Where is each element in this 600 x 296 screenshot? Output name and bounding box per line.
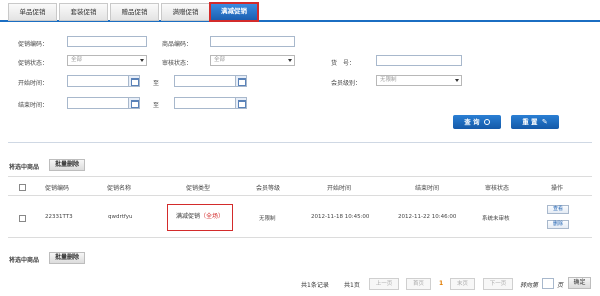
promo-status-value: 全部 bbox=[71, 57, 83, 63]
pencil-icon: ✎ bbox=[541, 118, 548, 126]
end-time-to-input[interactable] bbox=[174, 97, 247, 109]
tab-threshold-gift-promo[interactable]: 满赠促销 bbox=[161, 3, 210, 21]
chevron-down-icon bbox=[288, 59, 292, 62]
col-actions: 操作 bbox=[551, 185, 564, 192]
row-promo-name: qwdrtfyu bbox=[108, 214, 133, 220]
start-time-to-input[interactable] bbox=[174, 75, 247, 87]
delete-button[interactable]: 删除 bbox=[547, 220, 569, 229]
calendar-icon[interactable] bbox=[235, 98, 246, 108]
col-audit-status: 审核状态 bbox=[485, 185, 510, 192]
promo-code-label: 促销编码： bbox=[18, 41, 49, 48]
end-time-from-input[interactable] bbox=[67, 97, 140, 109]
member-level-select[interactable]: 无限制 bbox=[376, 75, 462, 86]
pager-next-button[interactable]: 下一页 bbox=[483, 278, 513, 290]
promo-status-select[interactable]: 全部 bbox=[67, 55, 147, 66]
select-all-checkbox[interactable] bbox=[19, 184, 26, 191]
promo-status-label: 促销状态： bbox=[18, 60, 49, 67]
chevron-down-icon bbox=[455, 79, 459, 82]
audit-status-label: 审核状态： bbox=[162, 60, 193, 67]
row-promo-type: 满减促销 bbox=[175, 213, 200, 220]
col-promo-code: 促销编码 bbox=[45, 185, 70, 192]
row-promo-scope: （全场） bbox=[200, 213, 225, 220]
member-level-label: 会员级别： bbox=[331, 80, 362, 87]
search-icon bbox=[483, 119, 490, 125]
row-start-time: 2012-11-18 10:45:00 bbox=[311, 214, 370, 220]
col-promo-name: 促销名称 bbox=[107, 185, 132, 192]
row-promo-type-highlight: 满减促销（全场） bbox=[167, 204, 233, 231]
reset-button[interactable]: 重 置 ✎ bbox=[511, 115, 559, 129]
tab-single-promo[interactable]: 单品促销 bbox=[8, 3, 57, 21]
bulk-delete-button[interactable]: 批量删除 bbox=[49, 159, 85, 171]
promo-code-input[interactable] bbox=[67, 36, 147, 47]
col-start-time: 开始时间 bbox=[327, 185, 352, 192]
tab-bundle-promo[interactable]: 套装促销 bbox=[59, 3, 108, 21]
tab-gift-promo[interactable]: 赠品促销 bbox=[110, 3, 159, 21]
pager-page-unit: 页 bbox=[557, 282, 564, 289]
pager-prev-button[interactable]: 上一页 bbox=[369, 278, 399, 290]
bulk-selected-label: 将选中商品 bbox=[9, 257, 40, 264]
col-end-time: 结束时间 bbox=[415, 185, 440, 192]
table-header-border bbox=[8, 195, 592, 196]
product-code-label: 商品编码： bbox=[162, 41, 193, 48]
row-audit-status: 系统未审核 bbox=[482, 216, 510, 222]
query-button[interactable]: 查 询 bbox=[453, 115, 501, 129]
audit-status-value: 全部 bbox=[214, 57, 226, 63]
tab-threshold-discount-promo[interactable]: 满减促销 bbox=[209, 2, 259, 22]
query-button-label: 查 询 bbox=[464, 118, 480, 126]
row-checkbox[interactable] bbox=[19, 215, 26, 222]
pager-current-page: 1 bbox=[439, 280, 444, 287]
bulk-delete-button[interactable]: 批量删除 bbox=[49, 252, 85, 264]
section-divider bbox=[8, 142, 592, 143]
calendar-icon[interactable] bbox=[235, 76, 246, 86]
row-end-time: 2012-11-22 10:46:00 bbox=[398, 214, 457, 220]
end-time-label: 结束时间： bbox=[18, 102, 49, 109]
chevron-down-icon bbox=[140, 59, 144, 62]
to-label: 至 bbox=[153, 80, 160, 87]
pager-goto-input[interactable] bbox=[542, 278, 554, 289]
col-promo-type: 促销类型 bbox=[186, 185, 211, 192]
reset-button-label: 重 置 bbox=[522, 118, 538, 126]
start-time-label: 开始时间： bbox=[18, 80, 49, 87]
pager-goto-label: 转向第 bbox=[520, 282, 539, 289]
col-member-level: 会员等级 bbox=[256, 185, 281, 192]
start-time-from-input[interactable] bbox=[67, 75, 140, 87]
view-button[interactable]: 查看 bbox=[547, 205, 569, 214]
pager-first-button[interactable]: 首页 bbox=[406, 278, 431, 290]
calendar-icon[interactable] bbox=[128, 76, 139, 86]
sku-input[interactable] bbox=[376, 55, 462, 66]
to-label: 至 bbox=[153, 102, 160, 109]
pager-last-button[interactable]: 末页 bbox=[450, 278, 475, 290]
row-member-level: 无限制 bbox=[259, 216, 276, 222]
sku-label: 货 号： bbox=[331, 60, 356, 67]
table-top-border bbox=[8, 176, 592, 177]
pager-total-pages: 共1页 bbox=[344, 282, 360, 289]
pager-total-records: 共1条记录 bbox=[301, 282, 329, 289]
bulk-selected-label: 将选中商品 bbox=[9, 164, 40, 171]
calendar-icon[interactable] bbox=[128, 98, 139, 108]
member-level-value: 无限制 bbox=[380, 77, 397, 83]
pager-confirm-button[interactable]: 确定 bbox=[568, 277, 591, 289]
table-bottom-border bbox=[8, 237, 592, 238]
product-code-input[interactable] bbox=[210, 36, 295, 47]
promotion-tab-bar: 单品促销 套装促销 赠品促销 满赠促销 满减促销 bbox=[0, 0, 600, 22]
audit-status-select[interactable]: 全部 bbox=[210, 55, 295, 66]
row-promo-code: 22331TT3 bbox=[45, 214, 73, 220]
